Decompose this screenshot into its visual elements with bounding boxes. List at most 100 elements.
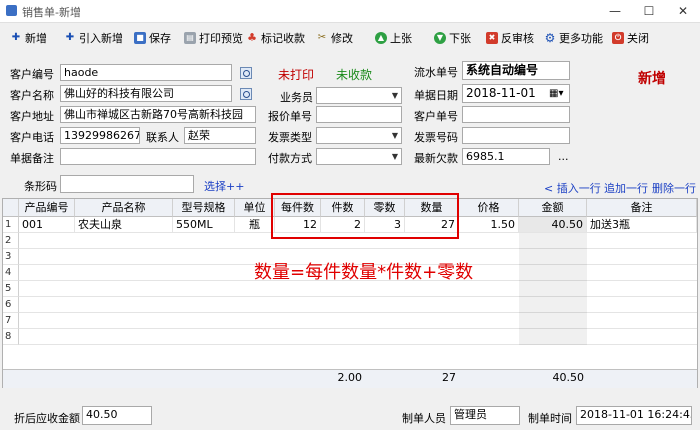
- power-icon: ⏻: [612, 32, 624, 44]
- customer-code-input[interactable]: haode: [60, 64, 232, 81]
- discount-input[interactable]: 40.50: [82, 406, 152, 425]
- maker-label: 制单人员: [402, 412, 446, 425]
- mode-badge: 新增: [638, 71, 666, 87]
- customer-addr-label: 客户地址: [10, 110, 54, 123]
- header-remark[interactable]: 备注: [587, 199, 697, 217]
- print-preview-button[interactable]: ▤ 打印预览: [184, 29, 243, 47]
- row-number: 5: [3, 281, 19, 297]
- contact-input[interactable]: 赵荣: [184, 127, 256, 144]
- cell-product-name[interactable]: 农夫山泉: [75, 217, 173, 233]
- maximize-button[interactable]: ☐: [636, 2, 662, 20]
- import-new-button-label: 引入新增: [79, 32, 123, 45]
- customer-lookup-icon[interactable]: [240, 67, 252, 79]
- close-button-label: 关闭: [627, 32, 649, 45]
- mark-collect-button[interactable]: ♣ 标记收款: [246, 29, 305, 47]
- customer-addr-input[interactable]: 佛山市禅城区古新路70号高新科技园: [60, 106, 256, 123]
- serial-label: 流水单号: [414, 66, 458, 79]
- plus-icon: ✚: [11, 32, 21, 43]
- customer-name-lookup-icon[interactable]: [240, 88, 252, 100]
- debt-more-button[interactable]: ...: [558, 150, 569, 163]
- arrow-up-circle-icon: ▲: [375, 32, 387, 44]
- salesman-label: 业务员: [280, 91, 313, 104]
- unapprove-button[interactable]: ✖ 反审核: [486, 29, 534, 47]
- more-functions-button-label: 更多功能: [559, 32, 603, 45]
- save-button[interactable]: ■ 保存: [134, 29, 171, 47]
- remark-input[interactable]: [60, 148, 256, 165]
- payment-label: 付款方式: [268, 152, 312, 165]
- header-amount[interactable]: 金额: [519, 199, 587, 217]
- formula-annotation: 数量=每件数量*件数+零数: [254, 262, 474, 283]
- discount-label: 折后应收金额: [14, 412, 80, 425]
- grid-corner: [3, 199, 19, 217]
- delete-row-link[interactable]: 删除一行: [652, 180, 696, 196]
- import-new-button[interactable]: ✚ 引入新增: [64, 29, 123, 47]
- row-number: 3: [3, 249, 19, 265]
- calendar-icon[interactable]: ▦▾: [549, 88, 563, 99]
- empty-rows[interactable]: [19, 233, 697, 345]
- debt-value: 6985.1: [462, 148, 550, 165]
- insert-row-link[interactable]: < 插入一行: [544, 180, 601, 196]
- close-button[interactable]: ⏻ 关闭: [612, 29, 649, 47]
- unapprove-icon: ✖: [486, 32, 498, 44]
- footer-quantity-total: 27: [442, 371, 456, 384]
- row-number: 7: [3, 313, 19, 329]
- window-title: 销售单-新增: [22, 6, 81, 19]
- toolbar: ✚ 新增 ✚ 引入新增 ■ 保存 ▤ 打印预览 ♣ 标记收款 ✂ 修改 ▲ 上张…: [0, 26, 700, 50]
- plus-icon: ✚: [65, 32, 75, 43]
- invoice-no-label: 发票号码: [414, 131, 458, 144]
- cell-amount[interactable]: 40.50: [519, 217, 587, 233]
- close-window-button[interactable]: ✕: [670, 2, 696, 20]
- barcode-input[interactable]: [60, 175, 194, 193]
- cell-product-code[interactable]: 001: [19, 217, 75, 233]
- cell-remark[interactable]: 加送3瓶: [587, 217, 697, 233]
- chevron-down-icon: ▼: [391, 91, 399, 100]
- quote-no-label: 报价单号: [268, 110, 312, 123]
- edit-tools-icon: ✂: [317, 32, 327, 43]
- header-spec[interactable]: 型号规格: [173, 199, 235, 217]
- time-label: 制单时间: [528, 412, 572, 425]
- minimize-button[interactable]: —: [602, 2, 628, 20]
- next-record-button-label: 下张: [449, 32, 471, 45]
- cust-order-label: 客户单号: [414, 110, 458, 123]
- header-unit[interactable]: 单位: [235, 199, 275, 217]
- edit-button[interactable]: ✂ 修改: [316, 29, 353, 47]
- more-functions-button[interactable]: ⚙ 更多功能: [544, 29, 603, 47]
- serial-input[interactable]: 系统自动编号: [462, 61, 570, 80]
- header-product-name[interactable]: 产品名称: [75, 199, 173, 217]
- window-titlebar: 销售单-新增 — ☐ ✕: [0, 0, 700, 23]
- save-button-label: 保存: [149, 32, 171, 45]
- footer-pieces-total: 2.00: [337, 371, 363, 384]
- header-product-code[interactable]: 产品编号: [19, 199, 75, 217]
- date-label: 单据日期: [414, 89, 458, 102]
- debt-label: 最新欠款: [414, 152, 458, 165]
- cust-order-input[interactable]: [462, 106, 570, 123]
- barcode-label: 条形码: [24, 180, 57, 193]
- row-number: 8: [3, 329, 19, 345]
- customer-name-label: 客户名称: [10, 89, 54, 102]
- customer-name-input[interactable]: 佛山好的科技有限公司: [60, 85, 232, 102]
- new-button[interactable]: ✚ 新增: [10, 29, 47, 47]
- customer-phone-label: 客户电话: [10, 131, 54, 144]
- next-record-button[interactable]: ▼ 下张: [434, 29, 471, 47]
- cell-spec[interactable]: 550ML: [173, 217, 235, 233]
- print-preview-button-label: 打印预览: [199, 32, 243, 45]
- header-price[interactable]: 价格: [459, 199, 519, 217]
- edit-button-label: 修改: [331, 32, 353, 45]
- contact-label: 联系人: [146, 131, 179, 144]
- cell-price[interactable]: 1.50: [459, 217, 519, 233]
- quote-no-input[interactable]: [316, 106, 402, 123]
- append-row-link[interactable]: 追加一行: [604, 180, 648, 196]
- footer-amount-total: 40.50: [552, 371, 585, 384]
- mark-collect-button-label: 标记收款: [261, 32, 305, 45]
- mark-icon: ♣: [247, 31, 257, 44]
- chevron-down-icon: ▼: [391, 152, 399, 161]
- invoice-no-input[interactable]: [462, 127, 570, 144]
- gear-icon: ⚙: [544, 31, 556, 45]
- new-button-label: 新增: [25, 32, 47, 45]
- customer-phone-input[interactable]: 13929986267: [60, 127, 140, 144]
- cell-unit[interactable]: 瓶: [235, 217, 275, 233]
- select-products-link[interactable]: 选择++: [204, 178, 244, 194]
- row-number: 4: [3, 265, 19, 281]
- prev-record-button[interactable]: ▲ 上张: [375, 29, 412, 47]
- floppy-disk-icon: ■: [134, 32, 146, 44]
